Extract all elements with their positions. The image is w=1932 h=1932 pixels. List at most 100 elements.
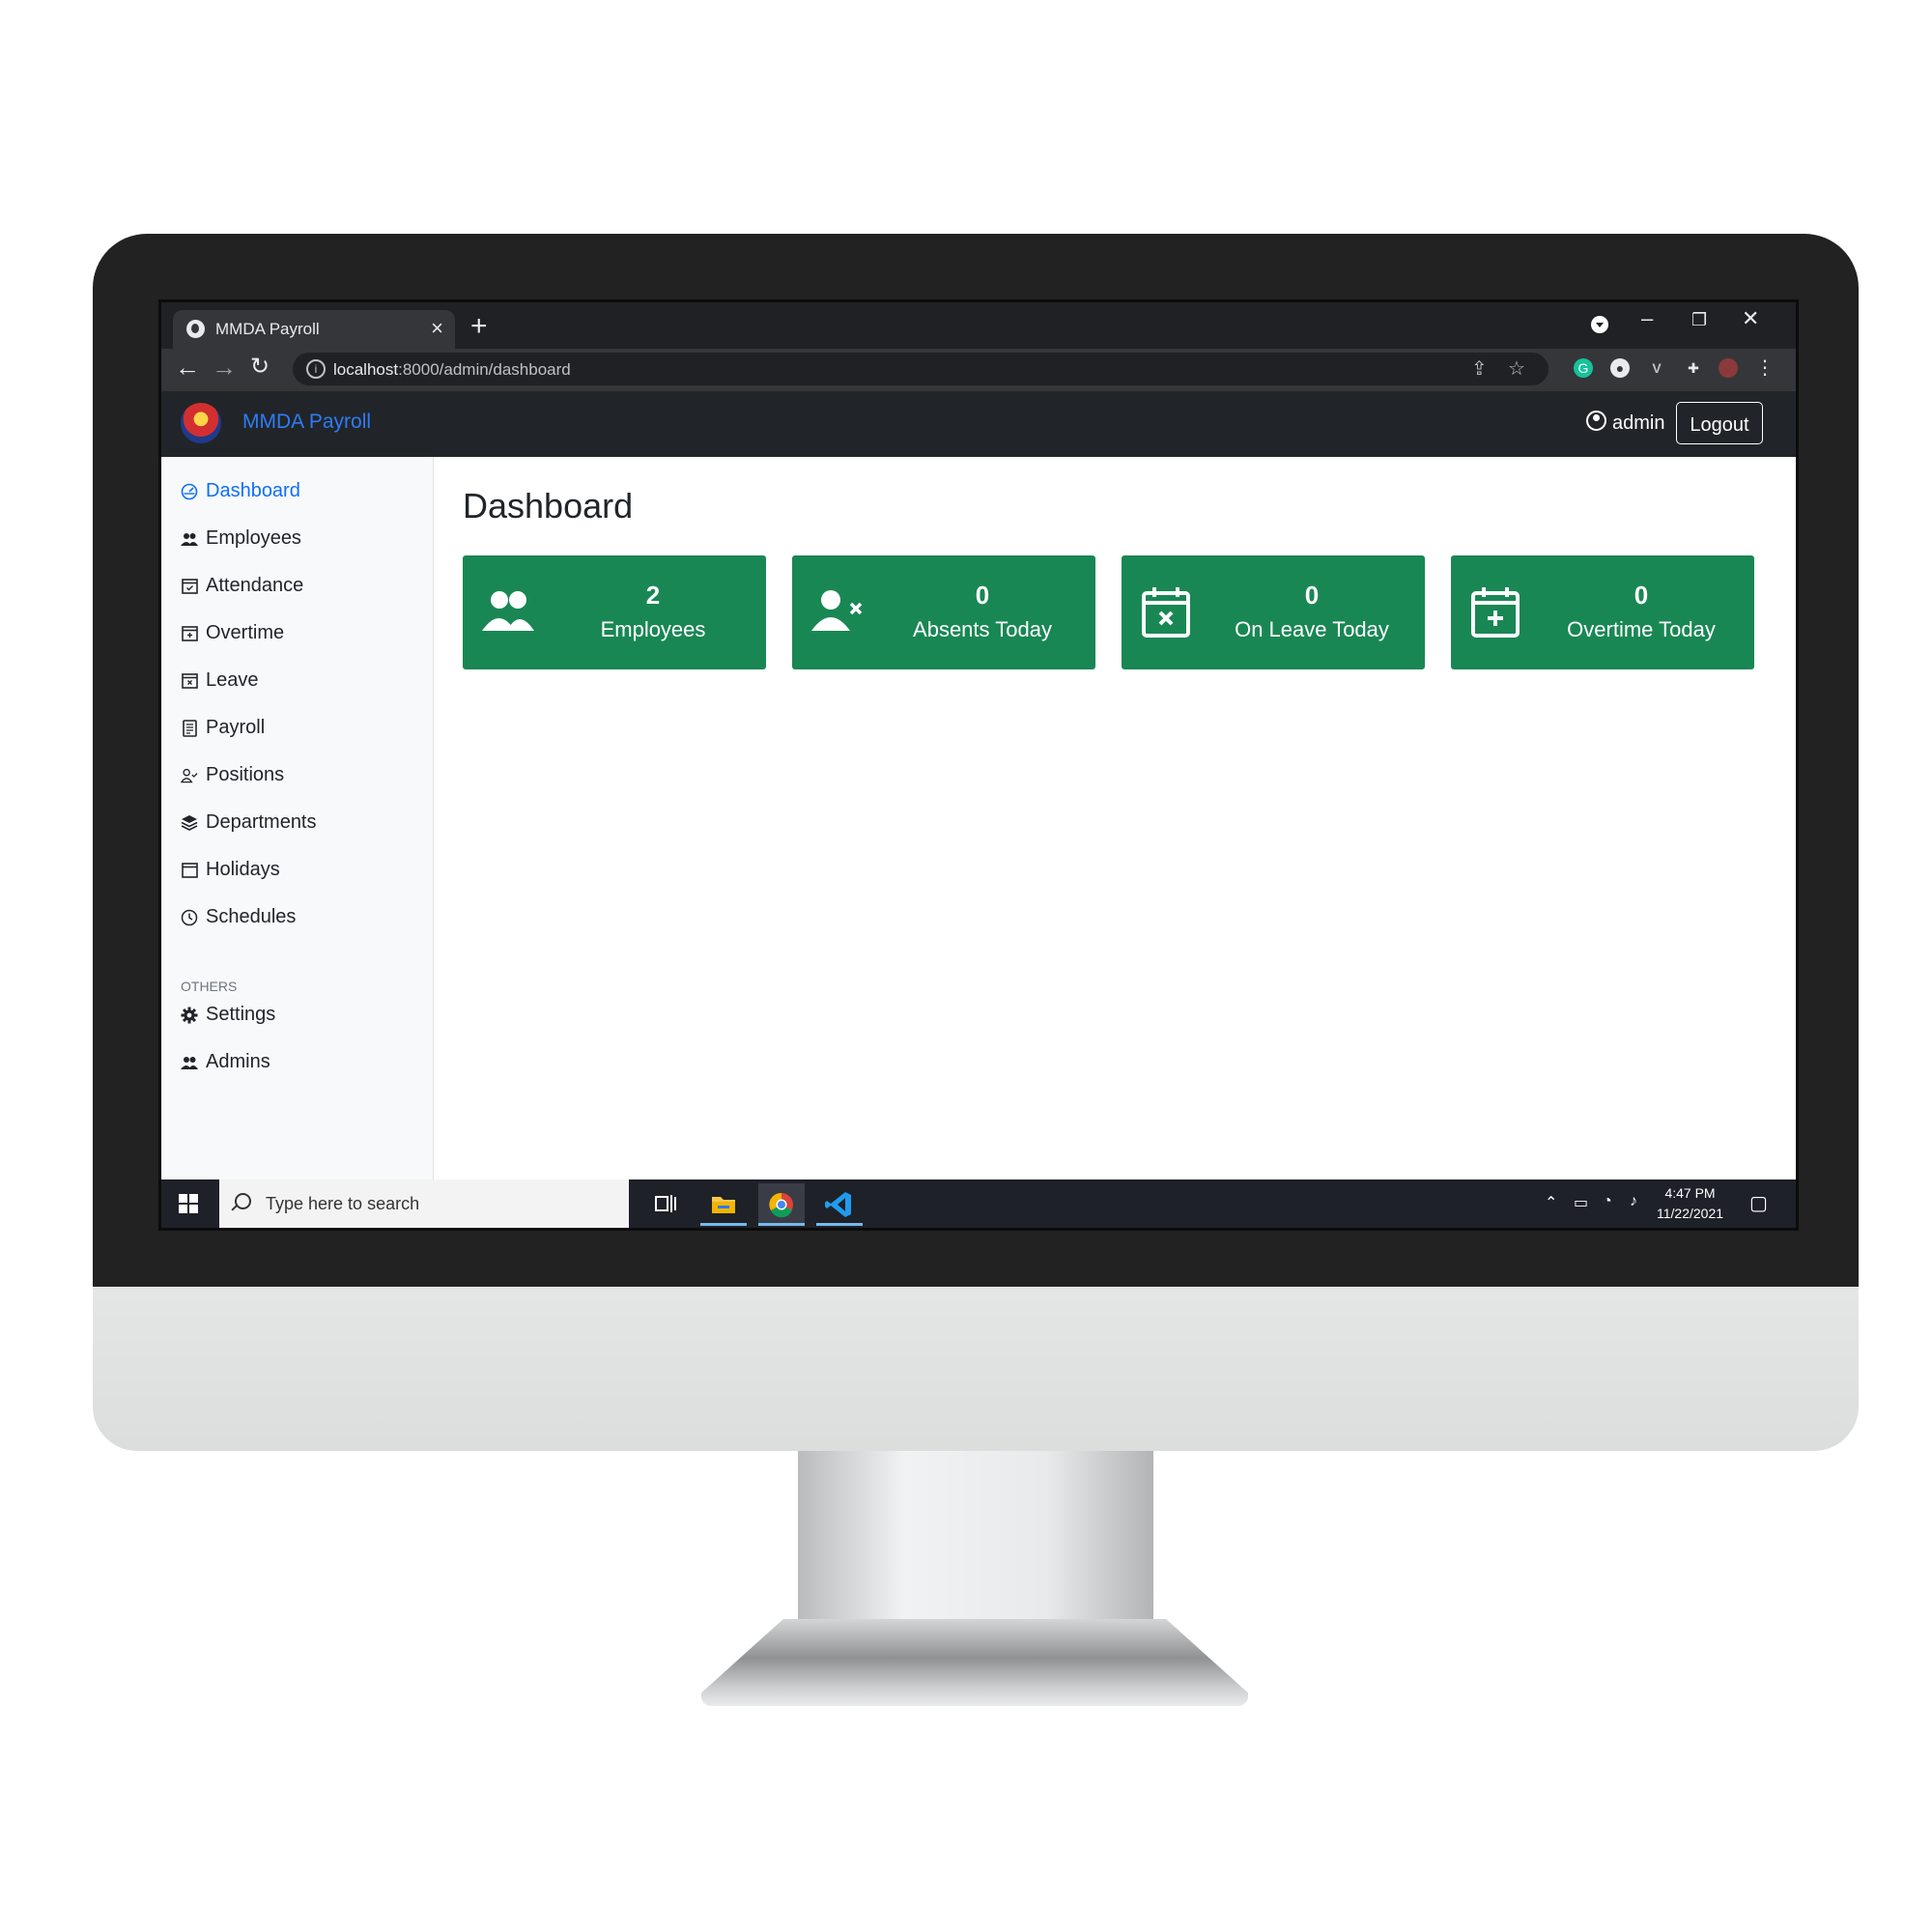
calendar-x-icon bbox=[181, 672, 198, 690]
extension-circle-icon[interactable]: ● bbox=[1610, 358, 1630, 378]
sidebar-item-label: Overtime bbox=[206, 622, 285, 643]
vue-devtools-icon[interactable]: V bbox=[1647, 358, 1666, 378]
browser-tab[interactable]: MMDA Payroll × bbox=[173, 310, 455, 349]
grammarly-extension-icon[interactable]: G bbox=[1574, 358, 1593, 378]
restore-icon[interactable]: ❐ bbox=[1691, 310, 1707, 330]
tab-title: MMDA Payroll bbox=[215, 320, 320, 338]
tab-search-icon[interactable] bbox=[1591, 316, 1608, 333]
sidebar-item-label: Settings bbox=[206, 1004, 276, 1025]
vscode-icon[interactable] bbox=[816, 1183, 863, 1226]
logout-button[interactable]: Logout bbox=[1676, 402, 1763, 444]
search-placeholder: Type here to search bbox=[266, 1194, 420, 1213]
taskbar-clock[interactable]: 4:47 PM 11/22/2021 bbox=[1657, 1183, 1723, 1224]
bookmark-star-icon[interactable]: ☆ bbox=[1508, 356, 1525, 381]
calendar-plus-icon bbox=[181, 625, 198, 642]
page-title: Dashboard bbox=[463, 486, 634, 526]
stat-card-on-leave[interactable]: 0 On Leave Today bbox=[1122, 555, 1425, 669]
sidebar-item-label: Attendance bbox=[206, 575, 304, 596]
task-view-icon[interactable] bbox=[642, 1183, 689, 1226]
volume-icon[interactable]: ♪ bbox=[1630, 1193, 1637, 1210]
stat-card-employees[interactable]: 2 Employees bbox=[463, 555, 766, 669]
globe-icon bbox=[186, 320, 205, 338]
address-bar[interactable]: i localhost:8000/admin/dashboard ⇪ ☆ bbox=[293, 353, 1548, 385]
card-value: 0 bbox=[1634, 581, 1649, 610]
new-tab-button[interactable]: + bbox=[470, 310, 488, 343]
calendar-icon bbox=[181, 862, 198, 879]
sidebar-item-positions[interactable]: Positions bbox=[181, 764, 284, 786]
show-hidden-icons-icon[interactable]: ⌃ bbox=[1545, 1193, 1557, 1212]
clock-time: 4:47 PM bbox=[1664, 1185, 1716, 1201]
share-icon[interactable]: ⇪ bbox=[1471, 356, 1488, 381]
profile-avatar-icon[interactable] bbox=[1719, 358, 1738, 378]
people-icon bbox=[181, 530, 198, 548]
sidebar-item-label: Dashboard bbox=[206, 480, 300, 501]
sidebar-item-dashboard[interactable]: Dashboard bbox=[181, 480, 300, 502]
card-label: Overtime Today bbox=[1567, 617, 1716, 641]
document-icon bbox=[181, 719, 198, 737]
sidebar-item-payroll[interactable]: Payroll bbox=[181, 717, 265, 739]
username: admin bbox=[1612, 412, 1665, 434]
sidebar-item-label: Payroll bbox=[206, 717, 266, 738]
main-content: Dashboard 2 Employees 0 Absents Today 0 … bbox=[434, 457, 1796, 1179]
monitor-stand-neck bbox=[798, 1451, 1153, 1625]
window-close-icon[interactable]: ✕ bbox=[1742, 306, 1759, 331]
card-value: 0 bbox=[975, 581, 990, 610]
person-check-icon bbox=[181, 767, 198, 784]
sidebar-item-label: Employees bbox=[206, 527, 301, 549]
people-icon bbox=[181, 1054, 198, 1071]
card-label: Employees bbox=[600, 617, 706, 641]
windows-taskbar: Type here to search ⌃ ▭ ◔ ♪ 4:47 PM 11/2… bbox=[161, 1179, 1796, 1228]
windows-start-icon[interactable] bbox=[179, 1194, 198, 1213]
browser-tab-strip: MMDA Payroll × + – ❐ ✕ bbox=[161, 302, 1796, 349]
reload-icon[interactable]: ↻ bbox=[250, 353, 270, 381]
sidebar-item-settings[interactable]: Settings bbox=[181, 1004, 275, 1026]
notifications-icon[interactable]: ▢ bbox=[1749, 1191, 1768, 1215]
clock-date: 11/22/2021 bbox=[1657, 1206, 1724, 1221]
mmda-logo bbox=[181, 403, 221, 443]
card-label: On Leave Today bbox=[1235, 617, 1389, 641]
taskbar-search-input[interactable]: Type here to search bbox=[219, 1179, 629, 1228]
browser-toolbar: ← → ↻ i localhost:8000/admin/dashboard ⇪… bbox=[161, 349, 1796, 391]
sidebar-item-overtime[interactable]: Overtime bbox=[181, 622, 284, 644]
card-value: 0 bbox=[1304, 581, 1320, 610]
sidebar-item-label: Holidays bbox=[206, 859, 280, 880]
calendar-check-icon bbox=[181, 578, 198, 595]
sidebar-item-employees[interactable]: Employees bbox=[181, 527, 301, 550]
dashboard-icon bbox=[181, 483, 198, 500]
user-menu[interactable]: admin bbox=[1586, 411, 1664, 435]
sidebar-item-label: Schedules bbox=[206, 906, 297, 927]
chrome-icon[interactable] bbox=[758, 1183, 805, 1226]
sidebar-item-schedules[interactable]: Schedules bbox=[181, 906, 296, 928]
clock-icon bbox=[181, 909, 198, 926]
sidebar-item-label: Positions bbox=[206, 764, 285, 785]
app-navbar: MMDA Payroll admin Logout bbox=[161, 391, 1796, 457]
user-circle-icon bbox=[1586, 411, 1606, 431]
sidebar-item-label: Admins bbox=[206, 1051, 270, 1072]
browser-menu-icon[interactable]: ⋮ bbox=[1755, 358, 1775, 378]
stat-card-overtime[interactable]: 0 Overtime Today bbox=[1451, 555, 1754, 669]
screen: MMDA Payroll × + – ❐ ✕ ← → ↻ i localhost… bbox=[158, 299, 1799, 1231]
close-tab-icon[interactable]: × bbox=[431, 316, 443, 341]
info-icon[interactable]: i bbox=[306, 359, 326, 379]
url-text[interactable]: localhost:8000/admin/dashboard bbox=[333, 360, 571, 380]
forward-icon[interactable]: → bbox=[212, 353, 237, 383]
extensions-puzzle-icon[interactable]: ✚ bbox=[1684, 358, 1703, 378]
back-icon[interactable]: ← bbox=[175, 353, 200, 383]
brand-link[interactable]: MMDA Payroll bbox=[242, 411, 371, 434]
sidebar-heading-others: OTHERS bbox=[181, 979, 238, 994]
wifi-icon[interactable]: ◔ bbox=[1603, 1193, 1612, 1210]
sidebar-item-holidays[interactable]: Holidays bbox=[181, 859, 280, 881]
battery-icon[interactable]: ▭ bbox=[1574, 1193, 1588, 1212]
sidebar-item-label: Departments bbox=[206, 811, 317, 833]
file-explorer-icon[interactable] bbox=[700, 1183, 747, 1226]
sidebar-item-attendance[interactable]: Attendance bbox=[181, 575, 303, 597]
minimize-icon[interactable]: – bbox=[1641, 306, 1653, 331]
card-label: Absents Today bbox=[913, 617, 1052, 641]
gear-icon bbox=[181, 1007, 198, 1024]
layers-icon bbox=[181, 814, 198, 832]
sidebar-item-leave[interactable]: Leave bbox=[181, 669, 259, 692]
monitor-stand-foot bbox=[701, 1619, 1248, 1706]
sidebar-item-admins[interactable]: Admins bbox=[181, 1051, 270, 1073]
sidebar-item-departments[interactable]: Departments bbox=[181, 811, 317, 834]
stat-card-absents[interactable]: 0 Absents Today bbox=[792, 555, 1095, 669]
